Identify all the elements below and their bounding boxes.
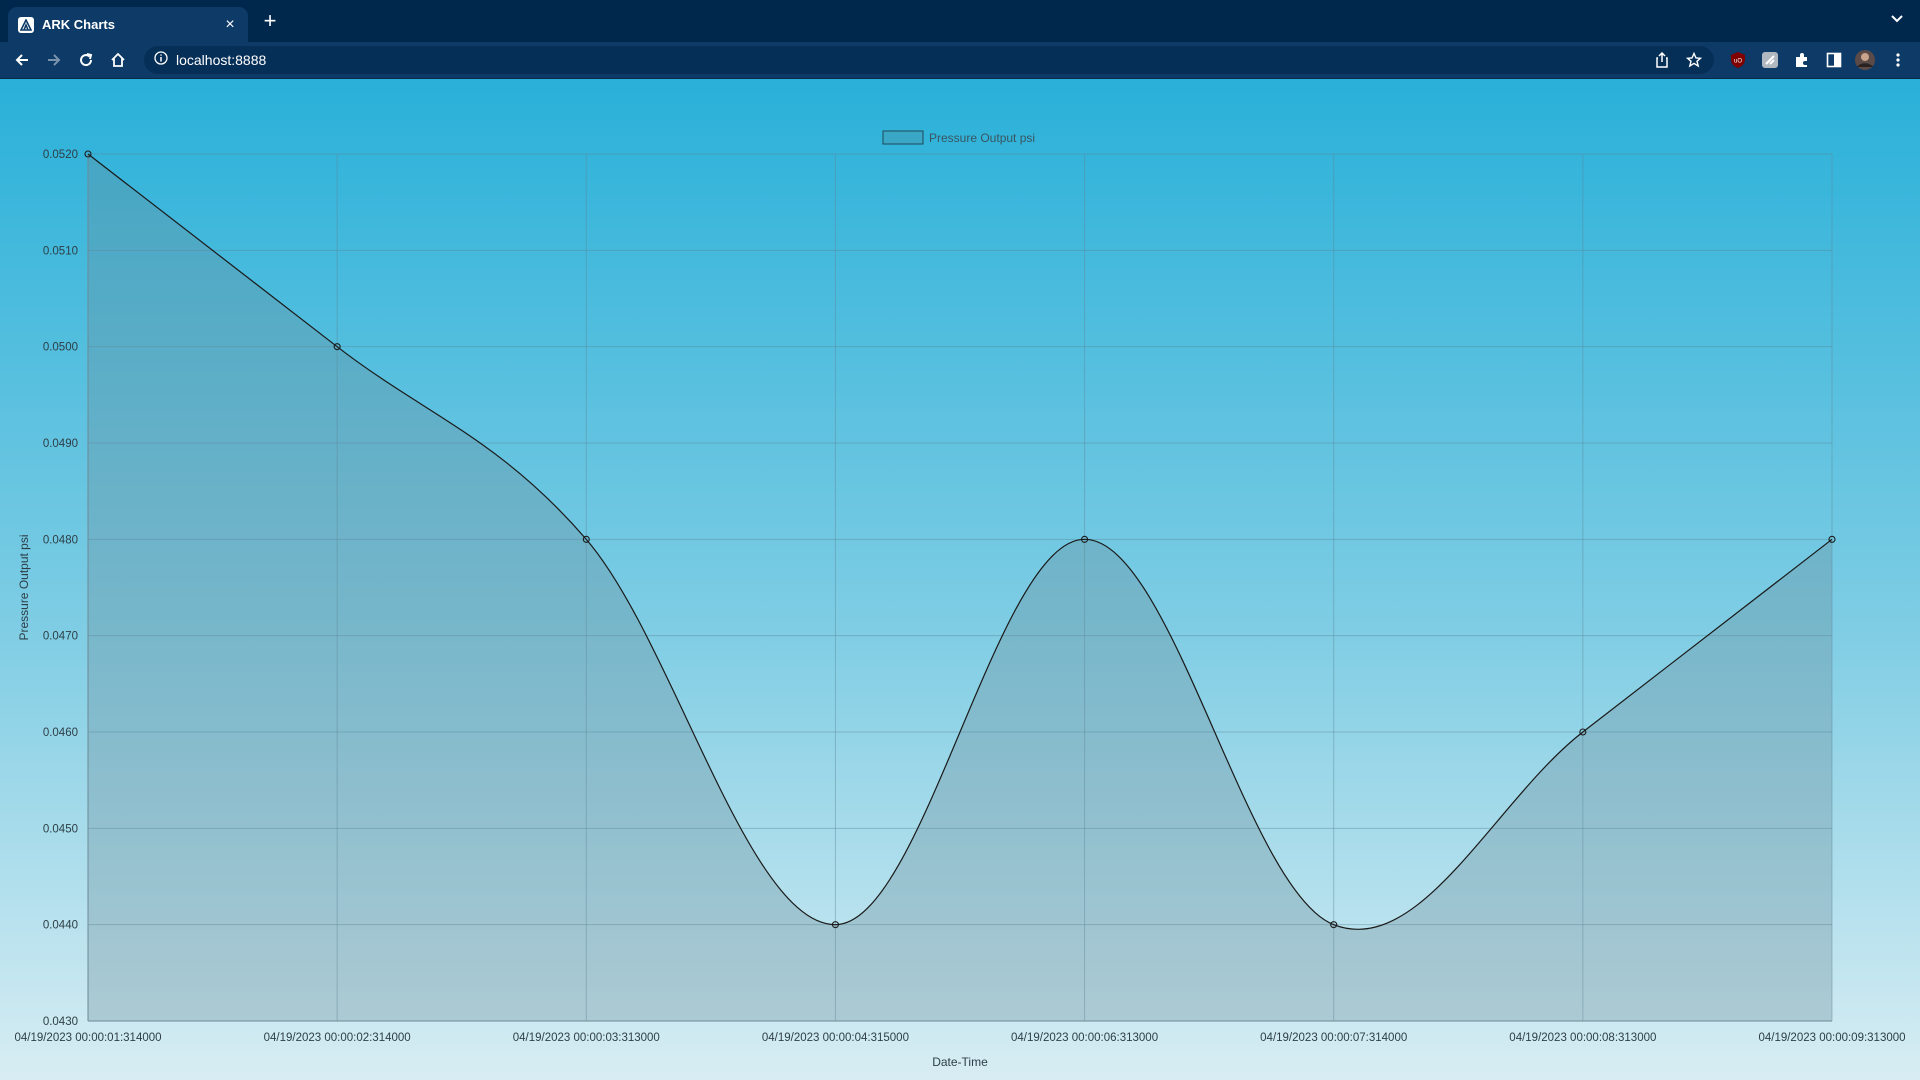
y-tick-label: 0.0450 [43, 823, 78, 835]
legend-swatch [882, 130, 924, 145]
y-tick-label: 0.0440 [43, 920, 78, 932]
x-tick-label: 04/19/2023 00:00:07:314000 [1260, 1032, 1407, 1044]
home-icon[interactable] [106, 48, 130, 72]
address-bar[interactable]: localhost:8888 [144, 46, 1714, 74]
share-icon[interactable] [1650, 48, 1674, 72]
extensions-puzzle-icon[interactable] [1790, 48, 1814, 72]
y-tick-label: 0.0460 [43, 727, 78, 739]
page-content: 0.0520 0.0510 0.0500 0.0490 0.0480 0.0470 0.04… [0, 79, 1920, 1080]
pressure-chart: 0.0520 0.0510 0.0500 0.0490 0.0480 0.0470 0.04… [14, 130, 1906, 1069]
ark-favicon-icon [18, 16, 34, 33]
x-tick-label: 04/19/2023 00:00:06:313000 [1011, 1032, 1158, 1044]
y-tick-label: 0.0470 [43, 631, 78, 643]
browser-menu-icon[interactable] [1886, 48, 1910, 72]
x-tick-label: 04/19/2023 00:00:01:314000 [14, 1032, 161, 1044]
site-info-icon[interactable] [154, 50, 168, 70]
tab-strip: ARK Charts × + [0, 0, 1920, 42]
reload-icon[interactable] [74, 48, 98, 72]
x-tick-label: 04/19/2023 00:00:04:315000 [762, 1032, 909, 1044]
x-tick-label: 04/19/2023 00:00:09:313000 [1758, 1032, 1905, 1044]
series-area [88, 154, 1832, 1021]
chart-area-fill [88, 154, 1832, 1021]
y-tick-label: 0.0520 [43, 149, 78, 161]
y-tick-label: 0.0430 [43, 1016, 78, 1028]
y-tick-label: 0.0480 [43, 534, 78, 546]
y-tick-label: 0.0490 [43, 438, 78, 450]
tab-search-chevron-icon[interactable] [1888, 12, 1906, 30]
chart-legend[interactable]: Pressure Output psi [882, 130, 1035, 145]
browser-tab[interactable]: ARK Charts × [8, 7, 248, 42]
extension-app-icon[interactable] [1758, 48, 1782, 72]
back-arrow-icon[interactable] [10, 48, 34, 72]
x-tick-label: 04/19/2023 00:00:03:313000 [513, 1032, 660, 1044]
tab-title: ARK Charts [42, 17, 115, 32]
x-axis-title: Date-Time [932, 1055, 988, 1069]
ublock-extension-icon[interactable]: uO [1726, 48, 1750, 72]
x-tick-label: 04/19/2023 00:00:08:313000 [1509, 1032, 1656, 1044]
y-tick-label: 0.0500 [43, 342, 78, 354]
y-axis-title: Pressure Output psi [17, 534, 31, 640]
browser-toolbar: localhost:8888 uO [0, 42, 1920, 79]
new-tab-button[interactable]: + [258, 10, 282, 34]
address-url: localhost:8888 [176, 52, 267, 68]
side-panel-icon[interactable] [1822, 48, 1846, 72]
profile-avatar[interactable] [1853, 48, 1877, 72]
tab-close-icon[interactable]: × [222, 16, 238, 34]
forward-arrow-icon[interactable] [42, 48, 66, 72]
x-tick-label: 04/19/2023 00:00:02:314000 [264, 1032, 411, 1044]
bookmark-star-icon[interactable] [1682, 48, 1706, 72]
y-tick-label: 0.0510 [43, 245, 78, 257]
legend-label: Pressure Output psi [929, 131, 1035, 145]
svg-text:uO: uO [1734, 59, 1742, 65]
